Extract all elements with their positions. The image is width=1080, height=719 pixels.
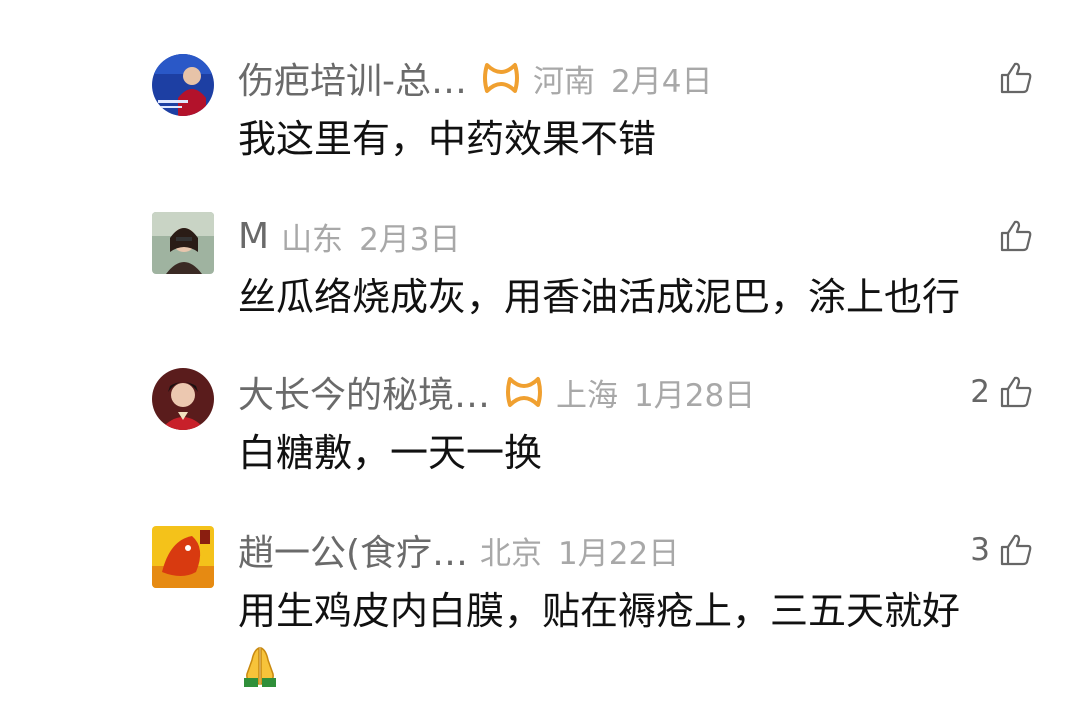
thumbs-up-icon (1000, 62, 1032, 94)
location: 上海 (556, 377, 619, 414)
comment-text: 用生鸡皮内白膜，贴在褥疮上，三五天就好 (238, 589, 961, 633)
comment-text: 白糖敷，一天一换 (238, 431, 543, 475)
location: 河南 (533, 63, 595, 100)
like-count: 3 (970, 532, 990, 568)
thumbs-up-icon (1000, 220, 1032, 252)
date: 1月22日 (558, 535, 680, 572)
folded-hands-icon (238, 644, 282, 688)
username[interactable]: 趙一公(食疗… (238, 524, 468, 576)
ribbon-badge-icon (504, 375, 544, 409)
like-button[interactable]: 3 (970, 524, 1034, 576)
comment-header: 伤疤培训-总… 河南 2月4日 (238, 52, 712, 104)
date: 2月3日 (359, 221, 461, 258)
comment-text: 我这里有，中药效果不错 (238, 117, 657, 161)
username[interactable]: 大长今的秘境… (238, 366, 490, 418)
comment-header: 趙一公(食疗… 北京 1月22日 (238, 524, 679, 576)
date: 1月28日 (634, 377, 756, 414)
comment-header: M 山东 2月3日 (238, 210, 461, 262)
avatar[interactable] (152, 526, 214, 588)
like-button[interactable] (990, 52, 1034, 104)
ribbon-badge-icon (481, 61, 521, 95)
like-count: 2 (970, 374, 990, 410)
comment-header: 大长今的秘境… 上海 1月28日 (238, 366, 755, 418)
location: 北京 (480, 535, 543, 572)
avatar[interactable] (152, 54, 214, 116)
avatar[interactable] (152, 368, 214, 430)
username[interactable]: 伤疤培训-总… (238, 52, 467, 104)
like-button[interactable] (990, 210, 1034, 262)
comment-text: 丝瓜络烧成灰，用香油活成泥巴，涂上也行 (238, 275, 961, 319)
date: 2月4日 (611, 63, 713, 100)
avatar[interactable] (152, 212, 214, 274)
username[interactable]: M (238, 216, 269, 257)
location: 山东 (281, 221, 344, 258)
thumbs-up-icon (1000, 376, 1032, 408)
like-button[interactable]: 2 (970, 366, 1034, 418)
thumbs-up-icon (1000, 534, 1032, 566)
